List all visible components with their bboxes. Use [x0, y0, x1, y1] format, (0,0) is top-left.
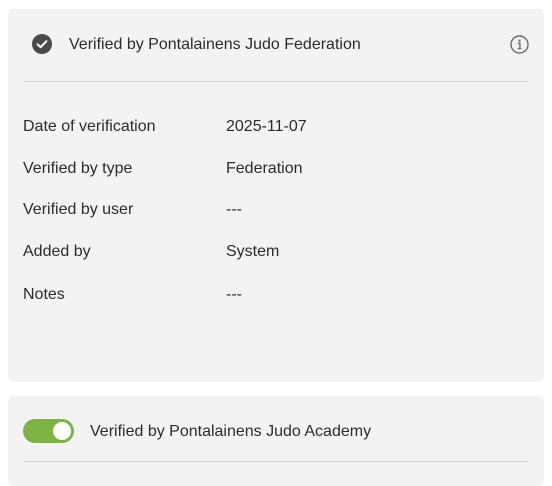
- detail-row-notes: Notes ---: [23, 285, 523, 327]
- check-circle-icon: [32, 34, 52, 54]
- detail-row-added-by: Added by System: [23, 242, 523, 285]
- federation-verification-card: Verified by Pontalainens Judo Federation…: [8, 9, 544, 382]
- detail-row-date: Date of verification 2025-11-07: [23, 117, 523, 159]
- detail-label: Date of verification: [23, 118, 156, 135]
- detail-label: Added by: [23, 243, 91, 260]
- detail-value: 2025-11-07: [226, 118, 307, 135]
- verification-toggle[interactable]: [23, 419, 74, 443]
- academy-verification-card: Verified by Pontalainens Judo Academy: [8, 396, 544, 486]
- card-title: Verified by Pontalainens Judo Academy: [90, 423, 372, 440]
- verification-details: Date of verification 2025-11-07 Verified…: [23, 117, 523, 327]
- detail-label: Notes: [23, 286, 65, 303]
- detail-value: ---: [226, 286, 242, 303]
- detail-row-user: Verified by user ---: [23, 200, 523, 242]
- detail-value: Federation: [226, 160, 303, 177]
- detail-label: Verified by user: [23, 201, 134, 218]
- info-icon[interactable]: [510, 35, 529, 54]
- detail-value: ---: [226, 201, 242, 218]
- detail-value: System: [226, 243, 280, 260]
- card-header: Verified by Pontalainens Judo Federation: [23, 9, 529, 82]
- toggle-knob: [53, 422, 71, 440]
- detail-row-type: Verified by type Federation: [23, 159, 523, 200]
- card-title: Verified by Pontalainens Judo Federation: [69, 36, 361, 53]
- detail-label: Verified by type: [23, 160, 133, 177]
- divider: [23, 461, 529, 462]
